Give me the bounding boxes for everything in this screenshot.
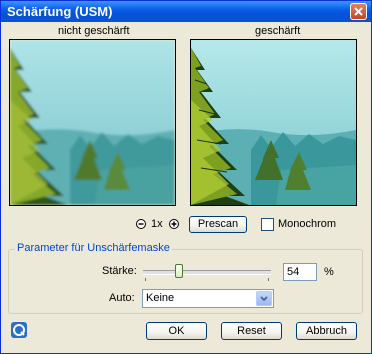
zoom-out-icon[interactable] [136, 219, 146, 229]
auto-label: Auto: [109, 292, 135, 304]
zoom-level: 1x [151, 218, 163, 230]
monochrom-checkbox[interactable] [261, 218, 274, 231]
preview-sharpened-label: geschärft [255, 25, 301, 37]
strength-unit: % [324, 266, 334, 278]
monochrom-label: Monochrom [278, 218, 337, 230]
close-button[interactable] [350, 3, 367, 20]
prescan-button[interactable]: Prescan [189, 216, 247, 233]
chevron-down-icon [260, 296, 268, 302]
title-bar[interactable]: Schärfung (USM) [1, 1, 371, 22]
preview-original-image [9, 39, 176, 206]
auto-select[interactable]: Keine [142, 289, 274, 308]
zoom-in-icon[interactable] [169, 219, 179, 229]
auto-select-value: Keine [146, 292, 175, 304]
strength-slider-ticks [145, 278, 269, 281]
help-icon[interactable] [11, 322, 27, 338]
strength-slider-thumb[interactable] [175, 264, 183, 278]
reset-button[interactable]: Reset [221, 322, 282, 340]
strength-input[interactable]: 54 [283, 263, 317, 281]
usm-parameter-legend: Parameter für Unschärfemaske [15, 242, 172, 254]
window-title: Schärfung (USM) [7, 4, 113, 19]
preview-original-label: nicht geschärft [58, 25, 130, 37]
usm-dialog: Schärfung (USM) nicht geschärft geschärf… [0, 0, 372, 354]
preview-sharpened-image [190, 39, 357, 206]
auto-select-dropdown-button[interactable] [256, 291, 272, 306]
cancel-button[interactable]: Abbruch [296, 322, 357, 340]
strength-label: Stärke: [102, 265, 137, 277]
strength-slider-track[interactable] [143, 270, 271, 275]
ok-button[interactable]: OK [146, 322, 207, 340]
close-icon [354, 7, 363, 16]
